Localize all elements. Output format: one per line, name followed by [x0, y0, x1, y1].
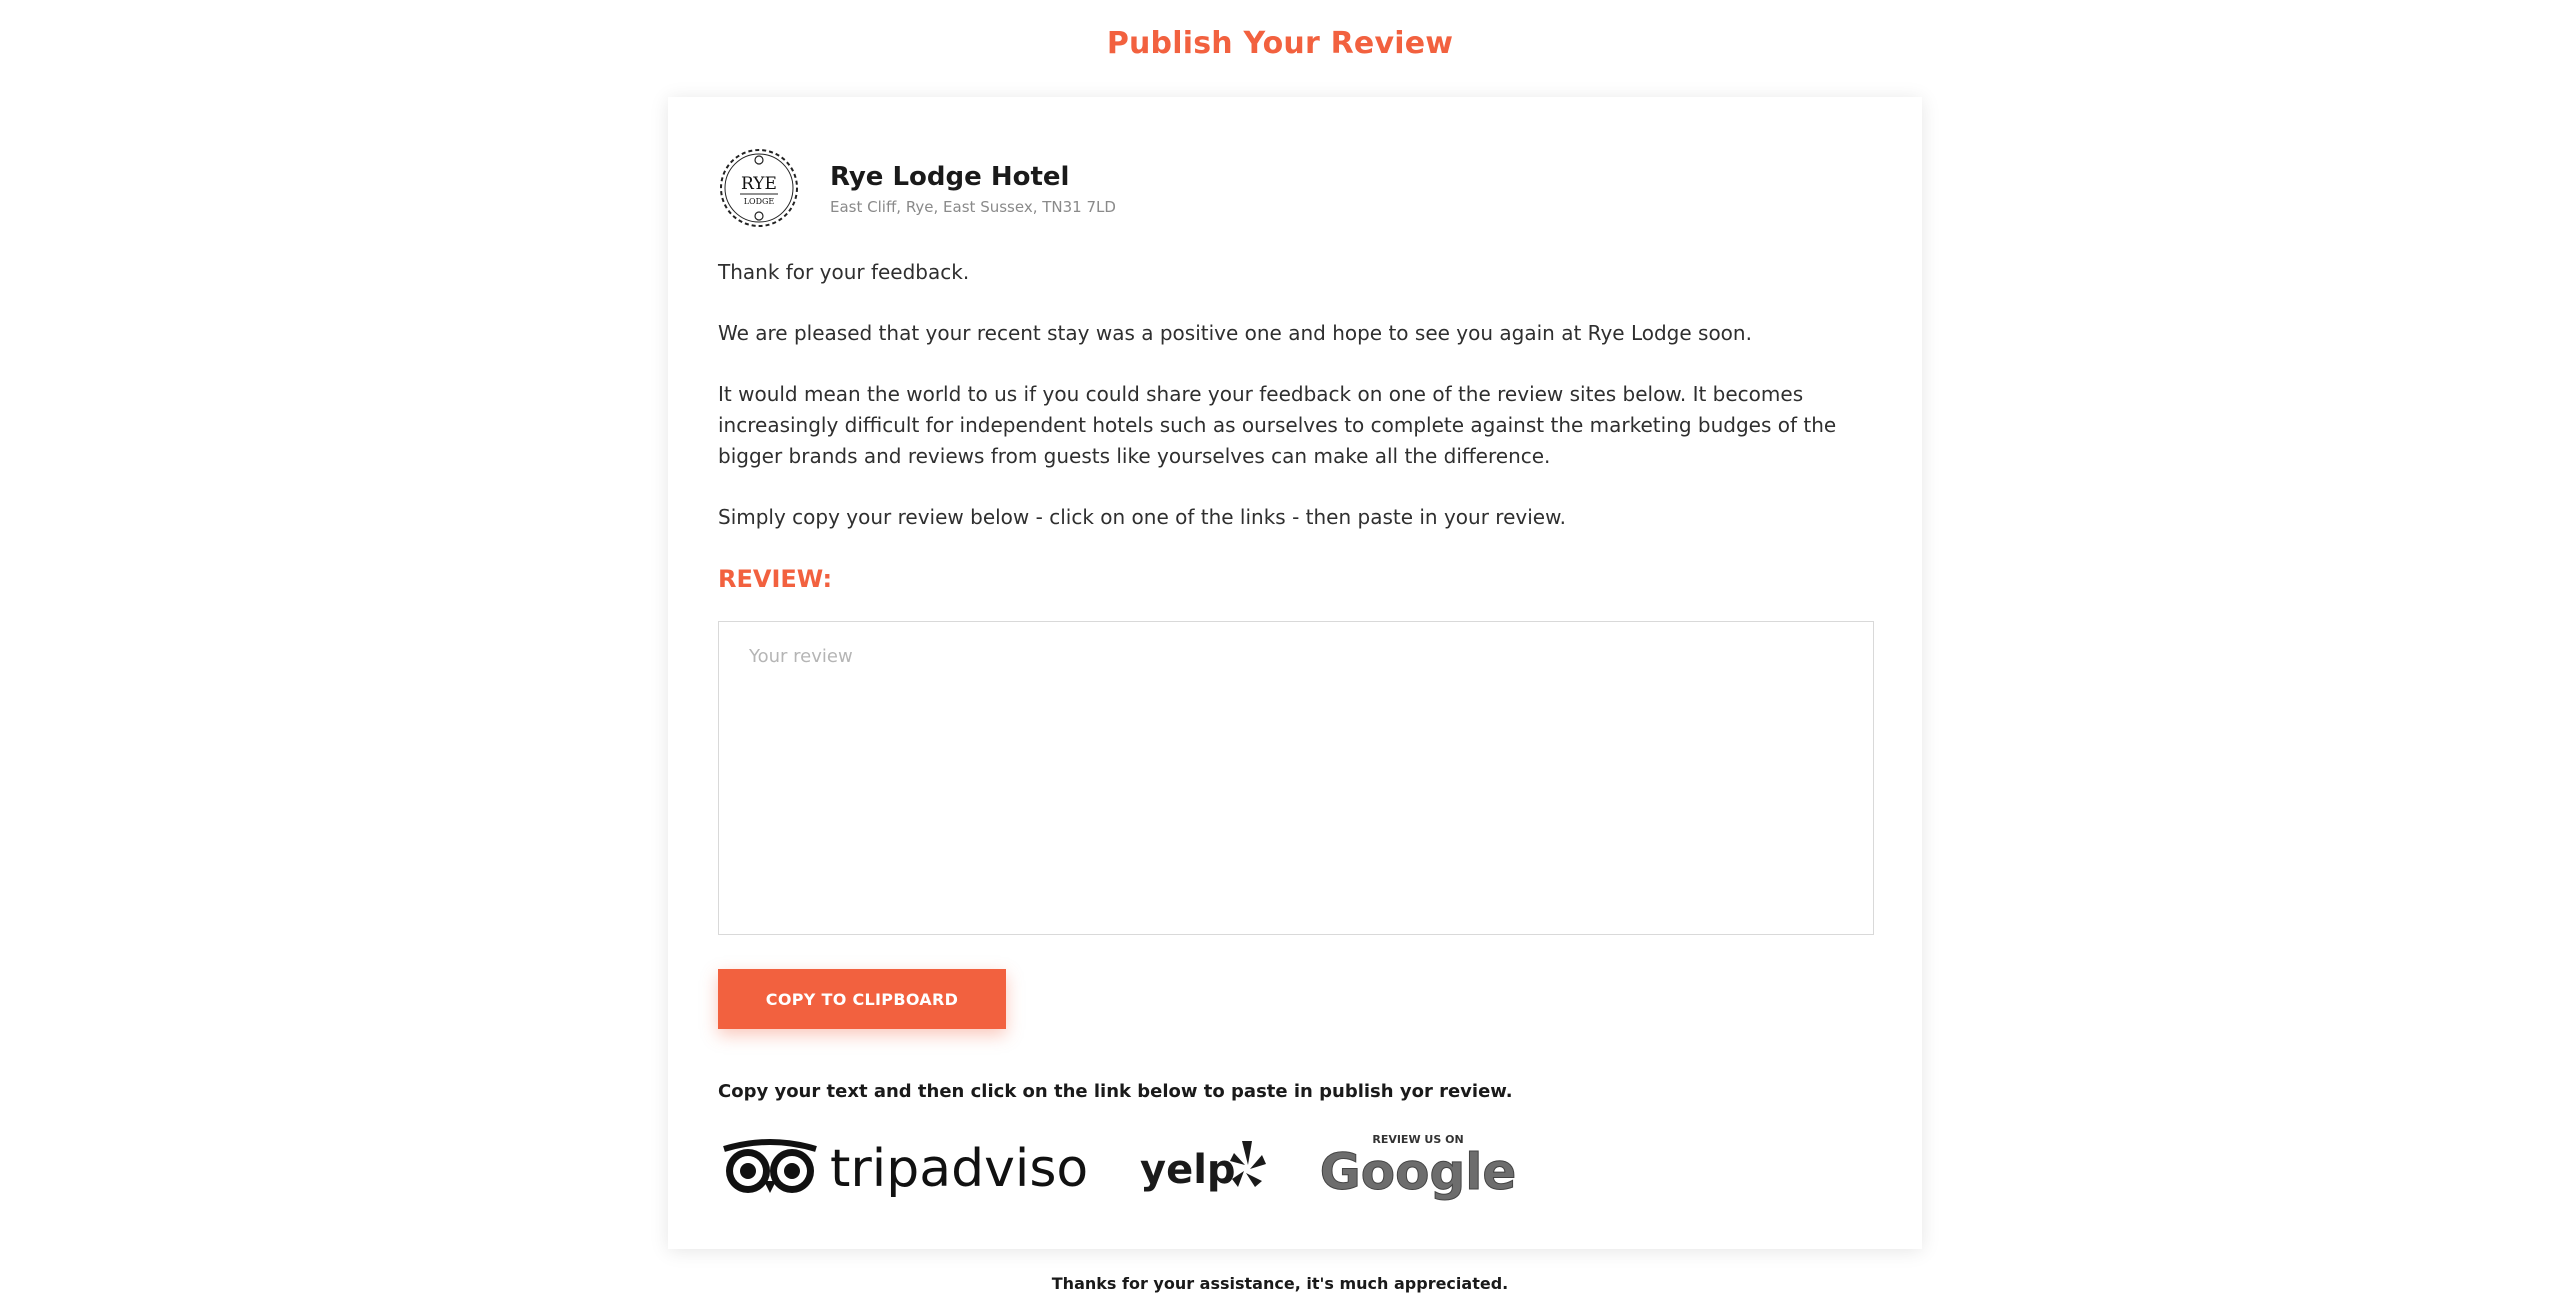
- message-paragraph: It would mean the world to us if you cou…: [718, 382, 1837, 468]
- footer-text: Thanks for your assistance, it's much ap…: [1051, 1274, 1509, 1293]
- page-title: Publish Your Review: [1106, 26, 1454, 61]
- hotel-logo: RYE LODGE: [720, 149, 798, 227]
- review-label: REVIEW:: [718, 565, 833, 593]
- google-review-link[interactable]: REVIEW US ON Google: [1318, 1131, 1518, 1201]
- tripadvisor-logo: tripadvisor: [723, 1139, 1088, 1199]
- yelp-logo: yelp: [1140, 1141, 1266, 1193]
- copy-to-clipboard-button[interactable]: COPY TO CLIPBOARD: [718, 969, 1006, 1029]
- hotel-name: Rye Lodge Hotel: [830, 162, 1070, 192]
- hotel-header: RYE LODGE Rye Lodge Hotel East Cliff, Ry…: [718, 147, 1116, 229]
- tripadvisor-text: tripadvisor: [830, 1139, 1088, 1199]
- logo-text-top: RYE: [741, 174, 777, 194]
- message-body: Thank for your feedback. We are pleased …: [718, 257, 1878, 563]
- logo-text-bottom: LODGE: [744, 197, 775, 206]
- yelp-link[interactable]: yelp: [1138, 1131, 1268, 1201]
- google-text: Google: [1320, 1143, 1517, 1201]
- message-paragraph: Thank for your feedback.: [718, 260, 970, 284]
- message-paragraph: We are pleased that your recent stay was…: [718, 321, 1752, 345]
- review-site-links: tripadvisor yelp REVIEW US ON Google: [718, 1131, 1518, 1201]
- review-card: RYE LODGE Rye Lodge Hotel East Cliff, Ry…: [668, 97, 1922, 1249]
- review-textarea[interactable]: [718, 621, 1874, 935]
- instruction-text: Copy your text and then click on the lin…: [718, 1081, 1513, 1102]
- message-paragraph: Simply copy your review below - click on…: [718, 505, 1566, 529]
- google-logo: REVIEW US ON Google: [1319, 1133, 1517, 1201]
- hotel-address: East Cliff, Rye, East Sussex, TN31 7LD: [830, 198, 1116, 216]
- tripadvisor-owl-icon: [723, 1139, 817, 1193]
- hotel-info: Rye Lodge Hotel East Cliff, Rye, East Su…: [830, 160, 1116, 216]
- tripadvisor-link[interactable]: tripadvisor: [718, 1131, 1088, 1201]
- yelp-text: yelp: [1140, 1147, 1236, 1193]
